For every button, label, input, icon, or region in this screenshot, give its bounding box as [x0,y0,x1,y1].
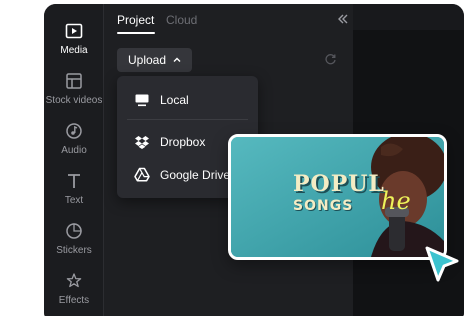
google-drive-icon [134,167,150,182]
upload-button[interactable]: Upload [117,48,192,72]
upload-menu-item-label: Dropbox [160,135,206,149]
upload-menu-item-label: Local [160,93,189,107]
sidebar: Media Stock videos Audio Text Stickers E… [44,4,104,316]
thumbnail-artwork [231,137,444,257]
stickers-icon [66,223,82,239]
text-icon [68,174,80,188]
thumbnail-subtitle: SONGS [293,198,354,214]
media-icon [65,23,83,39]
active-tab-indicator [117,32,155,34]
tab-cloud[interactable]: Cloud [166,13,197,27]
sidebar-item-media[interactable]: Media [44,16,104,62]
monitor-icon [135,94,149,107]
sidebar-item-label: Audio [61,145,87,156]
refresh-icon[interactable] [324,53,337,66]
sidebar-item-label: Stock videos [45,95,103,106]
upload-menu-item-label: Google Drive [160,168,231,182]
sidebar-item-label: Text [64,195,84,206]
media-thumbnail[interactable]: POPUL SONGS he [228,134,447,260]
sidebar-item-label: Stickers [56,245,92,256]
double-chevron-left-icon[interactable] [336,12,350,26]
sidebar-item-label: Effects [58,295,90,306]
upload-menu-item-local[interactable]: Local [117,87,258,113]
sidebar-item-stock-videos[interactable]: Stock videos [44,66,104,112]
sidebar-item-effects[interactable]: Effects [44,266,104,312]
sidebar-item-stickers[interactable]: Stickers [44,216,104,262]
effects-icon [66,273,82,288]
sidebar-item-audio[interactable]: Audio [44,116,104,162]
chevron-up-icon [173,57,181,62]
sidebar-item-label: Media [60,45,88,56]
sidebar-item-text[interactable]: Text [44,166,104,212]
tab-project[interactable]: Project [117,13,154,27]
menu-divider [127,119,248,120]
cursor-arrow-icon [425,246,459,282]
thumbnail-title: POPUL [293,171,385,197]
upload-button-label: Upload [128,53,167,67]
dropbox-icon [135,136,149,149]
audio-icon [66,123,82,139]
thumbnail-script-text: he [381,187,411,215]
stock-videos-icon [66,73,82,89]
